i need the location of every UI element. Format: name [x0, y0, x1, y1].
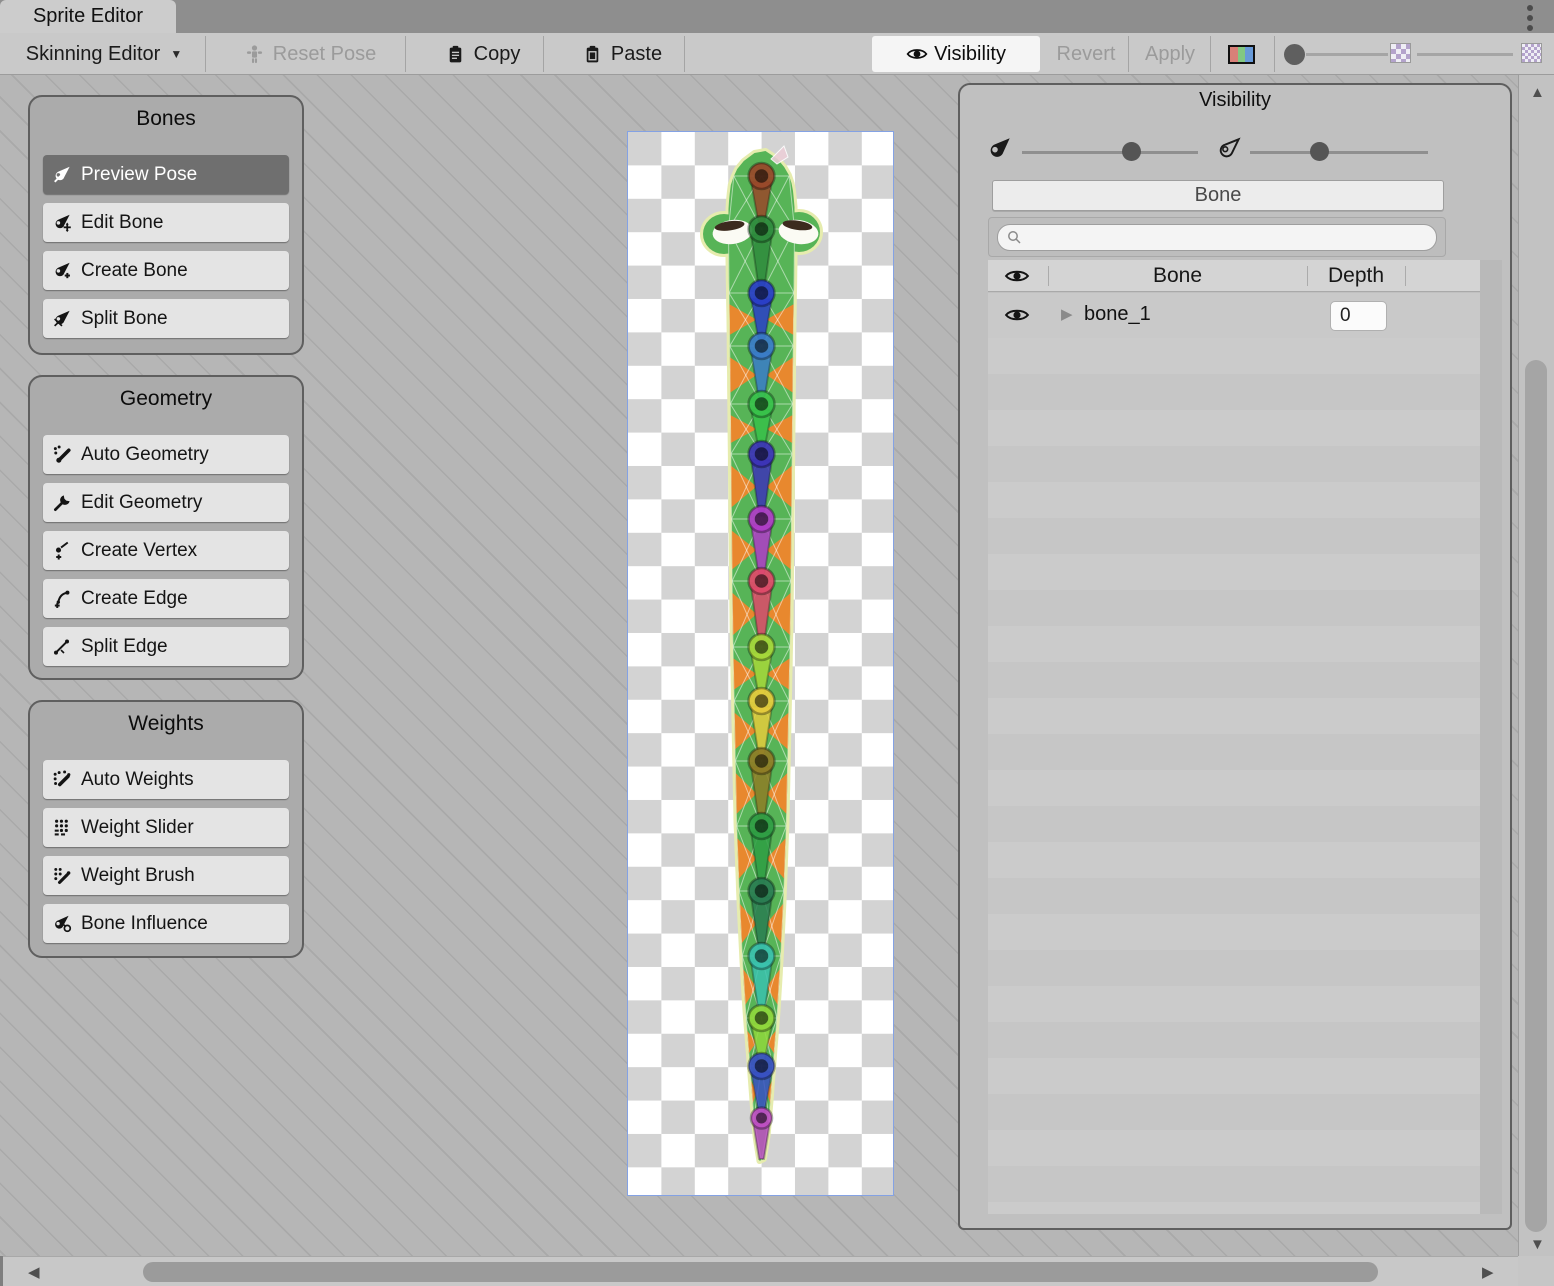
sprite-editor-window: Sprite Editor Skinning Editor ▼ Reset Po… [0, 0, 1554, 1286]
opacity-slider-handle[interactable] [1284, 44, 1305, 65]
visibility-toggle-button[interactable]: Visibility [872, 36, 1040, 72]
visibility-panel-title: Visibility [960, 89, 1510, 112]
auto-weights-icon [52, 769, 73, 790]
search-strip [988, 217, 1446, 257]
paste-icon [582, 44, 603, 65]
weight-brush-button[interactable]: Weight Brush [43, 856, 289, 895]
visibility-panel: Visibility Bone [958, 83, 1512, 1230]
mesh-opacity-slider-track[interactable] [1250, 151, 1428, 154]
toolbar-separator [205, 36, 206, 72]
bones-panel-title: Bones [30, 107, 302, 131]
reset-pose-button[interactable]: Reset Pose [220, 33, 400, 75]
bone-opacity-slider-track[interactable] [1022, 151, 1198, 154]
create-edge-icon [52, 588, 73, 609]
transparency-pattern-icon [1521, 43, 1542, 63]
mannequin-icon [244, 44, 265, 65]
sprite-svg [628, 132, 895, 1197]
bone-column-header[interactable]: Bone [1048, 264, 1307, 288]
tab-bar: Sprite Editor [0, 0, 1554, 33]
scroll-right-icon[interactable]: ▶ [1482, 1265, 1494, 1280]
mesh-opacity-slider-handle[interactable] [1310, 142, 1329, 161]
scroll-up-icon[interactable]: ▲ [1530, 85, 1545, 100]
preview-pose-button[interactable]: Preview Pose [43, 155, 289, 194]
scroll-left-icon[interactable]: ◀ [28, 1265, 40, 1280]
apply-button[interactable]: Apply [1131, 33, 1209, 75]
sprite-canvas[interactable] [627, 131, 894, 1196]
horizontal-scrollbar-thumb[interactable] [143, 1262, 1378, 1282]
eye-icon [906, 44, 928, 64]
toolbar-separator [1128, 36, 1129, 72]
create-edge-button[interactable]: Create Edge [43, 579, 289, 618]
horizontal-scrollbar[interactable]: ◀ ▶ [0, 1256, 1518, 1286]
toolbar-separator [405, 36, 406, 72]
tab-label: Sprite Editor [33, 5, 143, 28]
toolbar: Skinning Editor ▼ Reset Pose [0, 33, 1554, 75]
preview-pose-icon [52, 164, 73, 185]
split-bone-button[interactable]: Split Bone [43, 299, 289, 338]
scroll-down-icon[interactable]: ▼ [1530, 1237, 1545, 1252]
toolbar-separator [1210, 36, 1211, 72]
color-channels-swatch-icon[interactable] [1228, 45, 1255, 64]
bone-influence-button[interactable]: Bone Influence [43, 904, 289, 943]
edit-geometry-button[interactable]: Edit Geometry [43, 483, 289, 522]
tab-sprite-editor[interactable]: Sprite Editor [0, 0, 176, 33]
edit-geometry-icon [52, 492, 73, 513]
bone-outline-icon [1216, 135, 1244, 163]
expand-arrow-icon[interactable]: ▶ [1061, 305, 1073, 323]
geometry-panel: Geometry Auto Geometry Edit Geometry [28, 375, 304, 680]
panel-scroll-strip[interactable] [1480, 260, 1502, 1214]
bone-row[interactable]: ▶ bone_1 0 [988, 293, 1480, 338]
depth-input[interactable]: 0 [1330, 301, 1387, 331]
opacity-slider-track[interactable] [1306, 53, 1388, 56]
create-bone-button[interactable]: Create Bone [43, 251, 289, 290]
copy-button[interactable]: Copy [425, 33, 540, 75]
bone-filled-icon [986, 135, 1014, 163]
copy-icon [445, 44, 466, 65]
auto-geometry-button[interactable]: Auto Geometry [43, 435, 289, 474]
search-input[interactable] [1028, 228, 1436, 248]
create-bone-icon [52, 260, 73, 281]
bone-influence-icon [52, 913, 73, 934]
bone-opacity-slider-handle[interactable] [1122, 142, 1141, 161]
split-bone-icon [52, 308, 73, 329]
bones-panel: Bones Preview Pose Edit Bone [28, 95, 304, 355]
edit-bone-icon [52, 212, 73, 233]
vertical-scrollbar[interactable]: ▲ ▼ [1518, 75, 1554, 1256]
weight-slider-icon [52, 817, 73, 838]
depth-column-header[interactable]: Depth [1307, 264, 1405, 288]
toolbar-separator [1274, 36, 1275, 72]
split-edge-button[interactable]: Split Edge [43, 627, 289, 666]
create-vertex-icon [52, 540, 73, 561]
edit-bone-button[interactable]: Edit Bone [43, 203, 289, 242]
bone-tab-button[interactable]: Bone [992, 180, 1444, 211]
skinning-editor-dropdown[interactable]: Skinning Editor ▼ [8, 33, 200, 75]
toolbar-separator [543, 36, 544, 72]
chevron-down-icon: ▼ [170, 47, 182, 61]
split-edge-icon [52, 636, 73, 657]
transparency-pattern-icon [1390, 43, 1411, 63]
bone-list-empty-area [988, 338, 1480, 1214]
search-field[interactable] [997, 224, 1437, 251]
bone-table-header: Bone Depth [988, 260, 1480, 292]
row-visibility-eye-icon[interactable] [1004, 306, 1030, 324]
revert-button[interactable]: Revert [1044, 33, 1128, 75]
geometry-panel-title: Geometry [30, 387, 302, 411]
create-vertex-button[interactable]: Create Vertex [43, 531, 289, 570]
vertical-scrollbar-thumb[interactable] [1525, 360, 1547, 1232]
weight-slider-button[interactable]: Weight Slider [43, 808, 289, 847]
scrollbar-corner [1518, 1256, 1554, 1286]
search-icon [1006, 229, 1023, 246]
kebab-menu-icon[interactable] [1524, 5, 1536, 31]
paste-button[interactable]: Paste [560, 33, 684, 75]
auto-geometry-icon [52, 444, 73, 465]
visibility-column-eye-icon[interactable] [1004, 267, 1030, 285]
bone-name: bone_1 [1084, 303, 1151, 326]
auto-weights-button[interactable]: Auto Weights [43, 760, 289, 799]
weights-panel-title: Weights [30, 712, 302, 736]
weight-brush-icon [52, 865, 73, 886]
weight-opacity-slider-track[interactable] [1417, 53, 1513, 56]
weights-panel: Weights Auto Weights [28, 700, 304, 958]
toolbar-separator [684, 36, 685, 72]
